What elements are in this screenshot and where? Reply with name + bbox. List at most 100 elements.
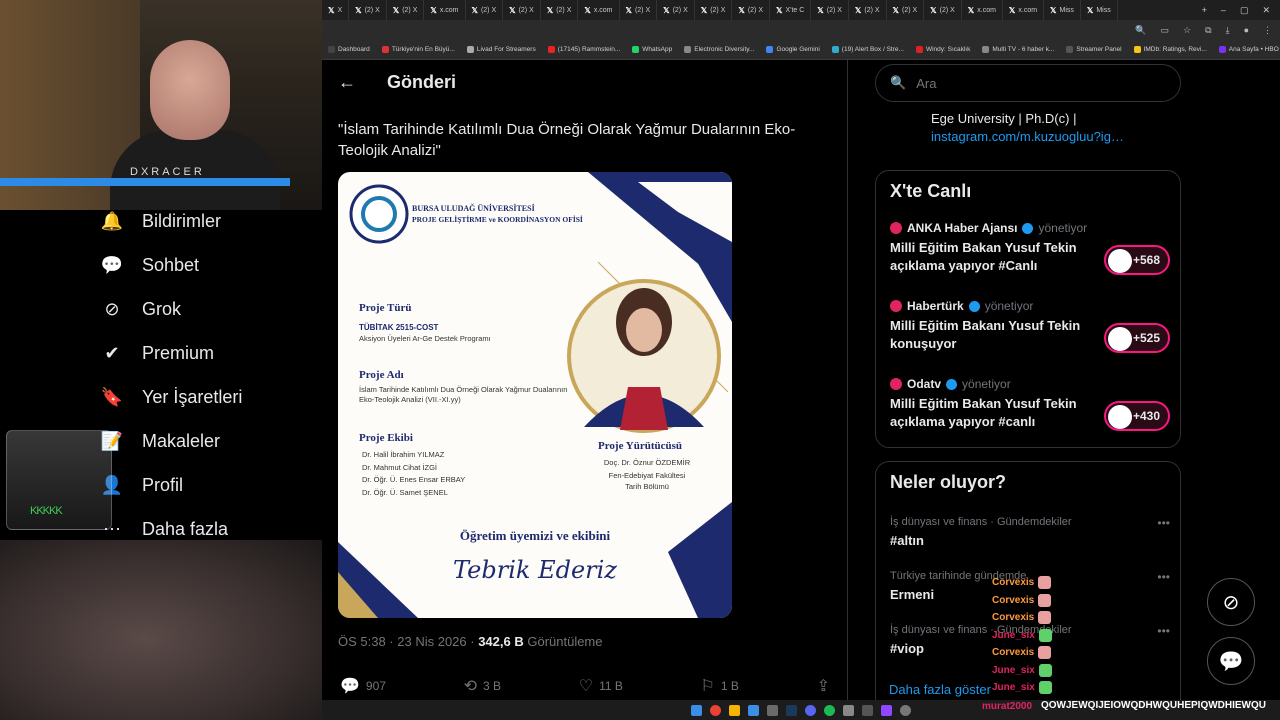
browser-tab[interactable]: 𝕏 (2) X [695,0,733,20]
live-item[interactable]: ANKA Haber Ajansı yönetiyor Milli Eğitim B… [890,221,1170,275]
live-listener-count[interactable]: +568 [1104,245,1170,275]
windows-start-icon[interactable] [691,704,702,716]
browser-tab[interactable]: 𝕏x.com [962,0,1003,20]
grok-fab-button[interactable]: ⊘ [1207,578,1255,626]
live-listener-count[interactable]: +525 [1104,323,1170,353]
back-arrow-icon[interactable]: ← [338,72,356,93]
browser-tab[interactable]: 𝕏 (2) X [887,0,925,20]
bookmark-item[interactable]: Electronic Diversity... [678,46,760,53]
more-options-icon[interactable]: ••• [1157,624,1170,638]
live-item[interactable]: Habertürk yönetiyor Milli Eğitim Bakanı Yu… [890,299,1170,353]
repost-button[interactable]: ⟲ 3 B [464,676,501,696]
browser-tab[interactable]: 𝕏 (2) X [924,0,962,20]
nav-item-grok[interactable]: ⊘ Grok [100,295,181,323]
nav-item-premium[interactable]: ✔ Premium [100,339,214,367]
nav-item-makaleler[interactable]: 📝Makaleler [100,427,220,455]
bookmark-item[interactable]: Multi TV - 6 haber k... [976,46,1060,53]
show-more-link[interactable]: Daha fazla göster [889,682,991,697]
browser-tab[interactable]: 𝕏x.com [1003,0,1045,20]
bookmark-button[interactable]: ⚐ 1 B [701,676,739,696]
browser-tab[interactable]: 𝕏 (2) X [620,0,658,20]
profile-icon[interactable]: ● [1244,25,1249,35]
tab-label: Miss [1096,6,1111,14]
trend-item[interactable]: İş dünyası ve finans · Gündemdekiler #alt… [890,516,1170,548]
menu-icon[interactable]: ⋮ [1263,25,1272,36]
nav-item-sohbet[interactable]: 💬 Sohbet [100,251,199,279]
verified-badge-icon [946,378,958,390]
bookmark-item[interactable]: (17145) Rammstein... [542,46,627,53]
browser-tab[interactable]: 𝕏 Miss [1081,0,1118,20]
poster-team-label: Proje Ekibi [359,432,413,444]
bookmark-item[interactable]: Streamer Panel [1060,46,1127,53]
bookmark-label: (19) Alert Box / Stre... [841,46,904,53]
folder-icon[interactable] [729,704,740,716]
bookmark-item[interactable]: WhatsApp [626,46,678,53]
discord-icon[interactable] [805,704,816,716]
live-item[interactable]: Odatv yönetiyor Milli Eğitim Bakan Yusuf T… [890,377,1170,431]
close-icon[interactable]: ✕ [1262,5,1270,16]
browser-tab[interactable]: 𝕏x.com [578,0,620,20]
star-icon[interactable]: ☆ [1183,25,1191,36]
app-icon-2[interactable] [862,704,873,716]
share-button[interactable]: ⇪ [817,676,830,696]
bookmark-item[interactable]: Türkiye'nin En Büyü... [376,46,461,53]
browser-tab[interactable]: 𝕏 (2) X [849,0,887,20]
post-image[interactable]: BURSA ULUDAĞ ÜNİVERSİTESİ PROJE GELİŞTİR… [338,172,732,618]
browser-tab[interactable]: 𝕏 (2) X [732,0,770,20]
store-icon[interactable] [748,704,759,716]
bookmark-item[interactable]: Dashboard [322,46,376,53]
bookmarks-bar: Dashboard Türkiye'nin En Büyü... Livad For… [322,40,1280,60]
bookmark-favicon-icon [632,46,640,53]
nav-item-bildirimler[interactable]: 🔔 Bildirimler [100,207,221,235]
live-listener-count[interactable]: +430 [1104,401,1170,431]
more-options-icon[interactable]: ••• [1157,570,1170,584]
browser-tab[interactable]: 𝕏 (2) X [349,0,387,20]
epic-icon[interactable] [767,704,778,716]
browser-tab[interactable]: 𝕏 (2) X [503,0,541,20]
nav-item-yer-i-şaretleri[interactable]: 🔖 Yer İşaretleri [100,383,243,411]
more-options-icon[interactable]: ••• [1157,516,1170,530]
bookmark-item[interactable]: Livad For Streamers [461,46,542,53]
bookmark-item[interactable]: Ana Sayfa • HBO Max [1213,46,1280,53]
nav-item-profil[interactable]: 👤Profil [100,471,183,499]
like-button[interactable]: ♡ 11 B [579,676,623,696]
browser-tab[interactable]: 𝕏X [322,0,350,20]
premium-icon: ✔ [104,342,120,363]
bookmark-item[interactable]: IMDb: Ratings, Revi... [1128,46,1213,53]
twitch-icon[interactable] [881,704,892,716]
new-tab-icon[interactable]: + [1202,5,1207,15]
team-member: Dr. Öğr. Ü. Samet ŞENEL [362,487,448,497]
browser-tab[interactable]: 𝕏 (2) X [811,0,849,20]
chat-username: June_six [992,629,1035,641]
obs-icon[interactable] [900,704,911,716]
cast-icon[interactable]: ▭ [1161,25,1170,36]
app-icon[interactable] [843,704,854,716]
bookmark-item[interactable]: Windy: Sıcaklık [910,46,976,53]
maximize-icon[interactable]: ▢ [1240,5,1249,16]
profile-link[interactable]: instagram.com/m.kuzuogluu?ig… [931,129,1124,144]
bookmark-item[interactable]: Google Gemini [760,46,825,53]
browser-tab[interactable]: 𝕏 (2) X [466,0,504,20]
messages-fab-button[interactable]: 💬 [1207,637,1255,685]
zoom-icon[interactable]: 🔍 [1135,25,1146,36]
browser-tab[interactable]: 𝕏 (2) X [657,0,695,20]
tab-label: (2) X [634,6,651,14]
bookmark-label: Electronic Diversity... [694,46,755,53]
spotify-icon[interactable] [824,704,835,716]
browser-tab[interactable]: 𝕏 (2) X [387,0,425,20]
steam-icon[interactable] [786,704,797,716]
reply-button[interactable]: 💬 907 [340,676,386,696]
tab-label: X [337,6,343,14]
browser-tab[interactable]: 𝕏 X'te C [770,0,812,20]
download-icon[interactable]: ⤓ [1226,25,1230,36]
extensions-icon[interactable]: ⧉ [1205,25,1211,36]
bookmark-item[interactable]: (19) Alert Box / Stre... [826,46,910,53]
nav-label: Daha fazla [142,518,229,539]
search-input[interactable]: 🔍 Ara [875,64,1181,102]
chrome-icon[interactable] [710,704,721,716]
browser-tab[interactable]: 𝕏 Miss [1044,0,1081,20]
browser-tab[interactable]: 𝕏x.com [424,0,466,20]
browser-tab[interactable]: 𝕏 (2) X [541,0,579,20]
nav-item-daha-fazla[interactable]: ⋯ Daha fazla [100,515,228,543]
minimize-icon[interactable]: – [1221,5,1226,15]
